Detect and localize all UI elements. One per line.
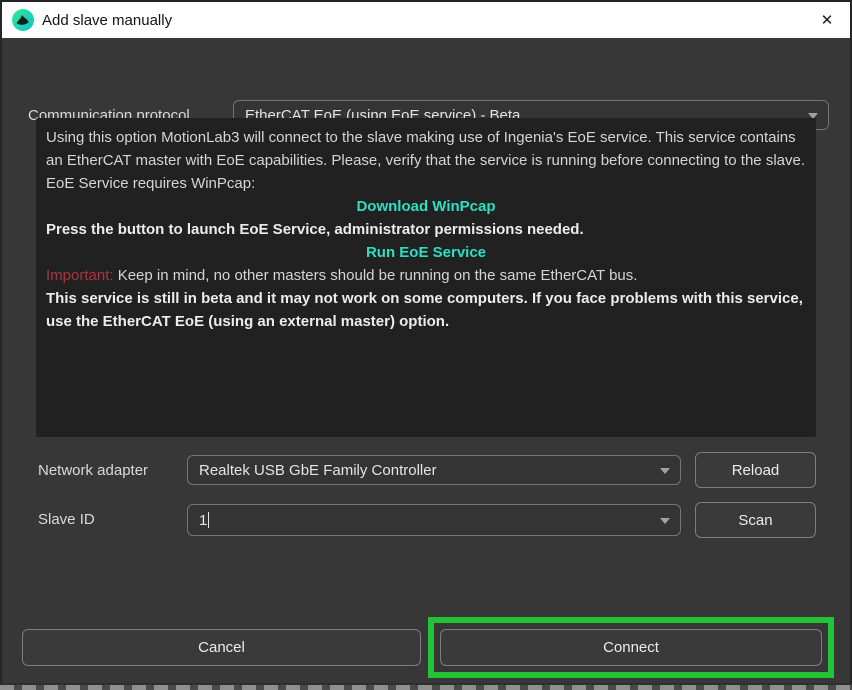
network-adapter-label: Network adapter xyxy=(38,455,148,485)
important-text: Keep in mind, no other masters should be… xyxy=(114,267,638,284)
important-label: Important: xyxy=(46,267,114,284)
reload-button[interactable]: Reload xyxy=(695,452,816,488)
important-note: Important: Keep in mind, no other master… xyxy=(46,264,806,287)
close-icon[interactable]: ✕ xyxy=(804,2,850,38)
dialog-title: Add slave manually xyxy=(42,12,172,29)
text-cursor xyxy=(208,512,209,528)
scan-button[interactable]: Scan xyxy=(695,502,816,538)
network-adapter-value: Realtek USB GbE Family Controller xyxy=(199,462,437,479)
download-winpcap-link[interactable]: Download WinPcap xyxy=(356,198,495,215)
dialog-titlebar: Add slave manually ✕ xyxy=(2,2,850,38)
info-intro-text: Using this option MotionLab3 will connec… xyxy=(46,126,806,195)
beta-warning-text: This service is still in beta and it may… xyxy=(46,287,806,333)
motionlab-logo-icon xyxy=(12,9,34,31)
chevron-down-icon xyxy=(660,468,670,474)
slave-id-value: 1 xyxy=(199,512,209,529)
dialog-body: Communication protocol EtherCAT EoE (usi… xyxy=(2,38,850,683)
chevron-down-icon xyxy=(660,518,670,524)
slave-id-combobox[interactable]: 1 xyxy=(187,504,681,536)
eoe-info-panel: Using this option MotionLab3 will connec… xyxy=(36,118,816,437)
screen: Add slave manually ✕ Communication proto… xyxy=(0,0,852,690)
connect-button[interactable]: Connect xyxy=(440,629,822,666)
connect-highlight-box: Connect xyxy=(428,617,834,678)
network-adapter-select[interactable]: Realtek USB GbE Family Controller xyxy=(187,455,681,485)
slave-id-label: Slave ID xyxy=(38,504,95,534)
run-eoe-service-link[interactable]: Run EoE Service xyxy=(366,244,486,261)
cancel-button[interactable]: Cancel xyxy=(22,629,421,666)
background-app-edge-bottom xyxy=(0,683,852,690)
press-button-text: Press the button to launch EoE Service, … xyxy=(46,218,806,241)
